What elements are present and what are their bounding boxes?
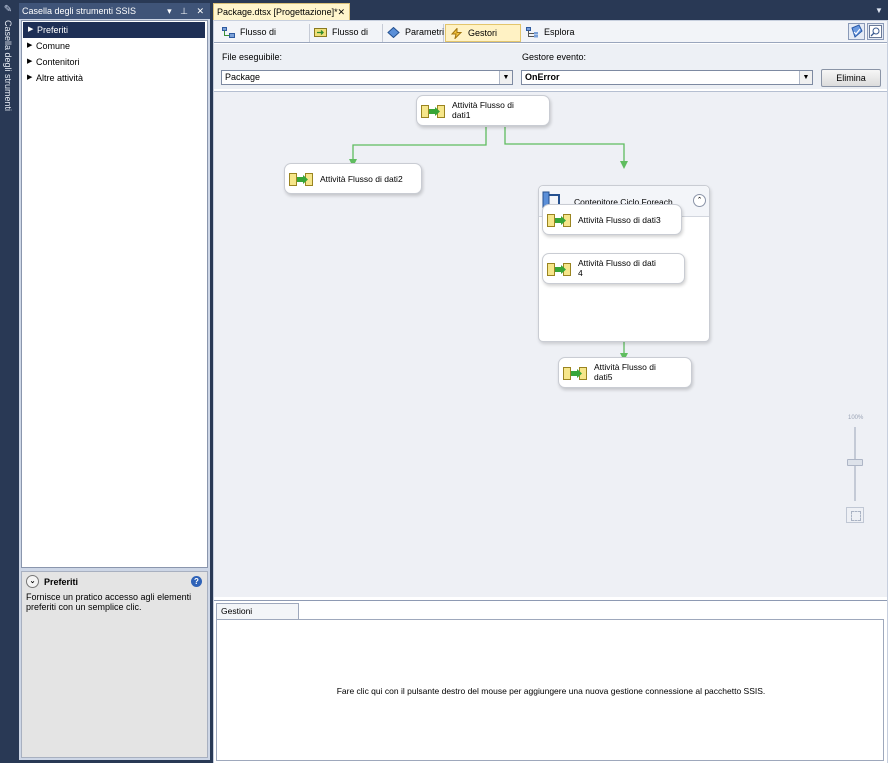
event-value: OnError xyxy=(525,72,560,82)
event-handler-icon xyxy=(450,28,463,39)
expand-arrow-icon[interactable]: ▶ xyxy=(28,22,33,38)
expand-arrow-icon[interactable]: ▶ xyxy=(27,70,32,86)
toolbox-item-label: Comune xyxy=(36,41,71,51)
toolbox-item-contenitori[interactable]: ▶ Contenitori xyxy=(22,54,207,70)
zoom-slider-thumb[interactable] xyxy=(847,459,863,466)
toolbox-item-altre-attivita[interactable]: ▶ Altre attività xyxy=(22,70,207,86)
toolbox-titlebar: Casella degli strumenti SSIS ▾ ⊥ ✕ xyxy=(19,3,210,19)
zoom-fit-icon[interactable] xyxy=(846,507,864,523)
task-label-line1: Attività Flusso di dati2 xyxy=(320,174,403,184)
info-title: Preferiti xyxy=(44,577,79,587)
help-icon[interactable]: ? xyxy=(191,576,202,587)
close-icon[interactable]: ✕ xyxy=(337,4,345,20)
data-flow-task-icon xyxy=(563,367,587,380)
zoom-control: 100% xyxy=(842,415,868,525)
document-area: Package.dtsx [Progettazione]* ✕ ▼ Flusso… xyxy=(213,3,888,763)
toolbox-item-label: Altre attività xyxy=(36,73,84,83)
toolbox-item-comune[interactable]: ▶ Comune xyxy=(22,38,207,54)
document-tab-title: Package.dtsx [Progettazione]* xyxy=(217,7,338,17)
task-label-line1: Attività Flusso di dati xyxy=(578,258,656,268)
data-flow-task-icon xyxy=(547,214,571,227)
zoom-level-label: 100% xyxy=(848,415,864,421)
task-attivita-flusso-dati3[interactable]: Attività Flusso di dati3 xyxy=(542,204,682,235)
package-designer: Flusso di controllo Flusso di dati Param… xyxy=(213,20,888,763)
toolbox-tree: ▶ Preferiti ▶ Comune ▶ Contenitori ▶ Alt… xyxy=(21,20,208,568)
control-flow-icon xyxy=(222,27,235,38)
task-label-line1: Attività Flusso di dati3 xyxy=(578,215,661,225)
info-description: Fornisce un pratico accesso agli element… xyxy=(26,592,192,612)
toolbox-info-pane: ⌄ Preferiti ? Fornisce un pratico access… xyxy=(21,571,208,758)
expand-arrow-icon[interactable]: ▶ xyxy=(27,54,32,70)
toolbox-window-controls-icon[interactable]: ▾ ⊥ ✕ xyxy=(167,3,207,19)
executable-label: File eseguibile: xyxy=(222,52,283,62)
task-attivita-flusso-dati5[interactable]: Attività Flusso di dati5 xyxy=(558,357,692,388)
connection-managers-area[interactable]: Fare clic qui con il pulsante destro del… xyxy=(216,619,884,761)
tab-parametri[interactable]: Parametri xyxy=(383,24,444,42)
task-label-line2: dati1 xyxy=(452,110,471,120)
designer-tabs: Flusso di controllo Flusso di dati Param… xyxy=(214,21,887,55)
task-label-line1: Attività Flusso di xyxy=(594,362,656,372)
data-flow-icon xyxy=(314,28,327,37)
tab-flusso-di-dati[interactable]: Flusso di dati xyxy=(310,24,383,54)
tab-flusso-di-controllo[interactable]: Flusso di controllo xyxy=(218,24,310,54)
executable-combo[interactable]: Package ▼ xyxy=(221,70,513,85)
chevron-down-icon[interactable]: ⌄ xyxy=(26,575,39,588)
checkmark-shield-icon xyxy=(851,24,863,38)
design-canvas[interactable]: Attività Flusso di dati1 Attività Flusso… xyxy=(214,91,887,597)
connection-hint: Fare clic qui con il pulsante destro del… xyxy=(336,686,766,696)
connector-t1-t2 xyxy=(349,127,487,167)
task-label: Attività Flusso di dati3 xyxy=(578,215,677,225)
parameters-icon xyxy=(387,27,400,38)
ssis-toolbox-panel: Casella degli strumenti SSIS ▾ ⊥ ✕ ▶ Pre… xyxy=(19,3,210,760)
document-tabstrip: Package.dtsx [Progettazione]* ✕ ▼ xyxy=(213,3,888,20)
task-attivita-flusso-dati4[interactable]: Attività Flusso di dati 4 xyxy=(542,253,685,284)
toolbox-item-label: Contenitori xyxy=(36,57,80,67)
tab-esplora-pacchetti[interactable]: Esplora pacchetti xyxy=(522,24,608,54)
executable-value: Package xyxy=(225,72,261,82)
delete-button[interactable]: Elimina xyxy=(821,69,881,87)
task-label-line2: 4 xyxy=(578,268,583,278)
data-flow-task-icon xyxy=(547,263,571,276)
connection-managers-pane: Gestioni connessioni Fare clic qui con i… xyxy=(214,600,887,763)
collapse-icon[interactable]: ⌃ xyxy=(693,194,706,207)
event-combo[interactable]: OnError ▼ xyxy=(521,70,813,85)
task-label: Attività Flusso di dati5 xyxy=(594,362,687,382)
toolbox-autohide-strip[interactable]: ✎ Casella degli strumenti xyxy=(0,0,17,763)
toolbox-item-label: Preferiti xyxy=(37,25,69,35)
event-handler-bar: File eseguibile: Package ▼ Gestore event… xyxy=(214,44,887,89)
document-tab-package[interactable]: Package.dtsx [Progettazione]* ✕ xyxy=(213,3,350,20)
magnifier-icon xyxy=(869,25,882,38)
zoom-to-fit-button[interactable] xyxy=(867,23,884,40)
package-explorer-icon xyxy=(526,27,538,38)
toolbox-tool-icon: ✎ xyxy=(3,4,13,15)
toolbox-vertical-label[interactable]: Casella degli strumenti xyxy=(3,20,13,111)
task-attivita-flusso-dati2[interactable]: Attività Flusso di dati2 xyxy=(284,163,422,194)
task-label-line2: dati5 xyxy=(594,372,613,382)
designer-options-button[interactable] xyxy=(848,23,865,40)
expand-arrow-icon[interactable]: ▶ xyxy=(27,38,32,54)
toolbox-title: Casella degli strumenti SSIS xyxy=(22,6,137,16)
task-attivita-flusso-dati1[interactable]: Attività Flusso di dati1 xyxy=(416,95,550,126)
data-flow-task-icon xyxy=(289,173,313,186)
task-label: Attività Flusso di dati 4 xyxy=(578,258,680,278)
chevron-down-icon[interactable]: ▼ xyxy=(499,71,512,84)
connector-t1-foreach xyxy=(504,127,628,169)
tab-label: Parametri xyxy=(405,27,445,37)
task-label: Attività Flusso di dati2 xyxy=(320,174,417,184)
chevron-down-icon[interactable]: ▼ xyxy=(874,6,884,16)
data-flow-task-icon xyxy=(421,105,445,118)
task-label: Attività Flusso di dati1 xyxy=(452,100,545,120)
tab-gestori-eventi[interactable]: Gestori eventi xyxy=(445,24,521,55)
info-header: ⌄ Preferiti ? xyxy=(22,572,207,592)
toolbox-item-preferiti[interactable]: ▶ Preferiti xyxy=(23,22,205,38)
chevron-down-icon[interactable]: ▼ xyxy=(799,71,812,84)
task-label-line1: Attività Flusso di xyxy=(452,100,514,110)
tab-gestioni-connessioni[interactable]: Gestioni connessioni xyxy=(216,603,299,631)
event-label: Gestore evento: xyxy=(522,52,587,62)
